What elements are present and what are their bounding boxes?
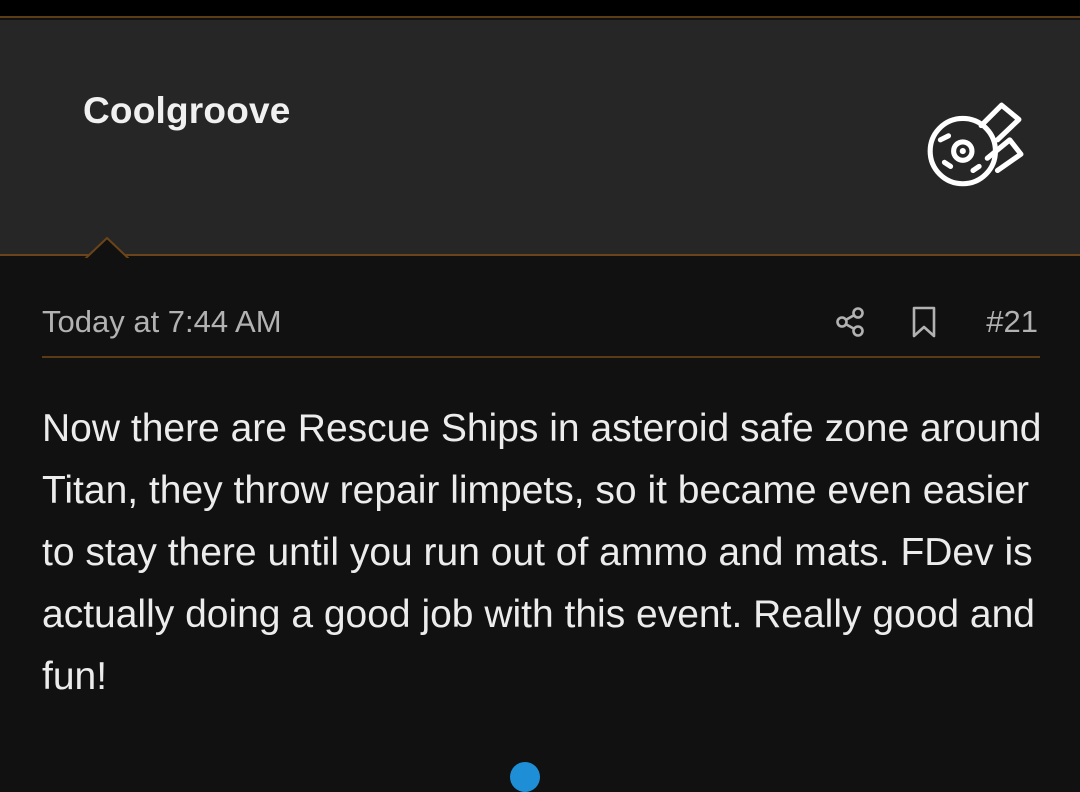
reaction-indicator: [510, 762, 540, 792]
top-bar: [0, 0, 1080, 18]
post-user-header: Coolgroove: [0, 20, 1080, 278]
username[interactable]: Coolgroove: [83, 90, 291, 132]
bookmark-button[interactable]: [908, 302, 940, 342]
post-body: Today at 7:44 AM #21 Now there are Rescu…: [0, 258, 1080, 769]
post-message: Now there are Rescue Ships in asteroid s…: [42, 407, 1042, 698]
post-timestamp[interactable]: Today at 7:44 AM: [42, 304, 282, 340]
millennium-falcon-icon: [927, 102, 1024, 187]
bookmark-icon: [912, 306, 936, 338]
post-number-link[interactable]: #21: [986, 304, 1038, 340]
post-meta-row: Today at 7:44 AM #21: [42, 300, 1040, 358]
share-icon: [836, 307, 864, 337]
share-button[interactable]: [832, 302, 868, 342]
